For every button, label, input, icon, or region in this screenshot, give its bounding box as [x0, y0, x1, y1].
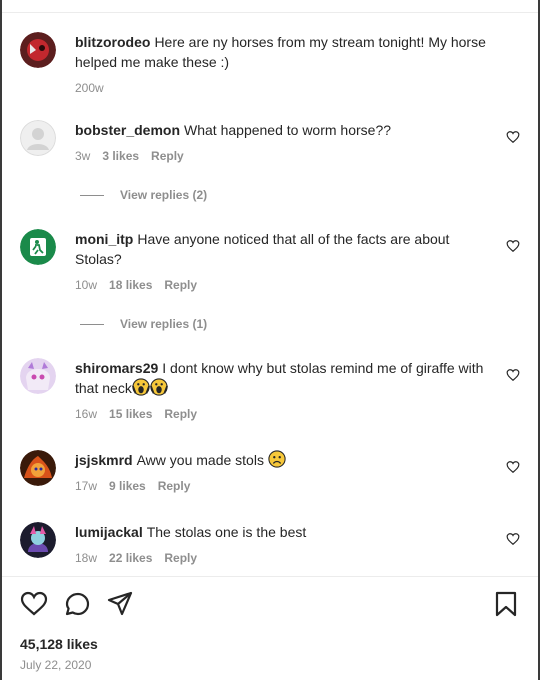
comment-time[interactable]: 3w: [75, 149, 90, 163]
reply-button[interactable]: Reply: [164, 551, 197, 565]
comment-likes[interactable]: 15 likes: [109, 407, 152, 421]
comment-time[interactable]: 18w: [75, 551, 97, 565]
comment-likes[interactable]: 9 likes: [109, 479, 146, 493]
comment-text: jsjskmrd Aww you made stols: [75, 450, 490, 470]
comment-text: bobster_demon What happened to worm horse…: [75, 120, 490, 140]
comment-username[interactable]: bobster_demon: [75, 122, 180, 138]
avatar[interactable]: [20, 358, 56, 394]
actions-divider: [2, 576, 538, 577]
view-replies-label: View replies (1): [120, 317, 208, 331]
reply-button[interactable]: Reply: [164, 278, 197, 292]
view-replies-label: View replies (2): [120, 188, 208, 202]
comment-likes[interactable]: 18 likes: [109, 278, 152, 292]
comment-time[interactable]: 17w: [75, 479, 97, 493]
comment-username[interactable]: blitzorodeo: [75, 34, 150, 50]
avatar[interactable]: [20, 229, 56, 265]
heart-icon[interactable]: [506, 368, 520, 382]
comment-time[interactable]: 10w: [75, 278, 97, 292]
comment-likes[interactable]: 22 likes: [109, 551, 152, 565]
comment-text: moni_itp Have anyone noticed that all of …: [75, 229, 490, 269]
top-divider: [2, 12, 538, 13]
avatar[interactable]: [20, 120, 56, 156]
screaming-face-icon: [131, 378, 168, 396]
heart-icon[interactable]: [506, 532, 520, 546]
avatar[interactable]: [20, 450, 56, 486]
sad-face-icon: [268, 450, 286, 468]
comment-meta: 18w 22 likes Reply: [75, 550, 490, 566]
comment-username[interactable]: moni_itp: [75, 231, 133, 247]
view-replies-button[interactable]: View replies (1): [80, 316, 207, 332]
comment-meta: 10w 18 likes Reply: [75, 277, 490, 293]
reply-button[interactable]: Reply: [151, 149, 184, 163]
comment-text: blitzorodeo Here are ny horses from my st…: [75, 32, 520, 72]
comment-likes[interactable]: 3 likes: [102, 149, 139, 163]
post-date[interactable]: July 22, 2020: [20, 658, 91, 672]
share-send-icon[interactable]: [106, 590, 134, 618]
comment-username[interactable]: shiromars29: [75, 360, 158, 376]
like-heart-icon[interactable]: [20, 590, 48, 618]
comment-text: shiromars29 I dont know why but stolas re…: [75, 358, 490, 398]
view-replies-button[interactable]: View replies (2): [80, 187, 207, 203]
comment-body: Aww you made stols: [136, 452, 264, 468]
replies-line: [80, 324, 104, 326]
post-likes-count[interactable]: 45,128 likes: [20, 636, 98, 652]
bookmark-icon[interactable]: [492, 590, 520, 618]
comment-body: What happened to worm horse??: [184, 122, 392, 138]
post-actions: [20, 590, 520, 618]
avatar[interactable]: [20, 522, 56, 558]
comment-username[interactable]: jsjskmrd: [75, 452, 133, 468]
comment-time[interactable]: 200w: [75, 81, 104, 95]
comment-meta: 17w 9 likes Reply: [75, 478, 490, 494]
comment-meta: 3w 3 likes Reply: [75, 148, 490, 164]
comment-text: lumijackal The stolas one is the best: [75, 522, 490, 542]
avatar[interactable]: [20, 32, 56, 68]
heart-icon[interactable]: [506, 460, 520, 474]
comment-meta: 200w: [75, 80, 520, 96]
heart-icon[interactable]: [506, 130, 520, 144]
comment-username[interactable]: lumijackal: [75, 524, 143, 540]
heart-icon[interactable]: [506, 239, 520, 253]
comment-time[interactable]: 16w: [75, 407, 97, 421]
replies-line: [80, 195, 104, 197]
comment-meta: 16w 15 likes Reply: [75, 406, 490, 422]
reply-button[interactable]: Reply: [164, 407, 197, 421]
window-edge-left: [0, 0, 2, 680]
comment-icon[interactable]: [64, 590, 92, 618]
reply-button[interactable]: Reply: [158, 479, 191, 493]
comment-body: The stolas one is the best: [146, 524, 307, 540]
